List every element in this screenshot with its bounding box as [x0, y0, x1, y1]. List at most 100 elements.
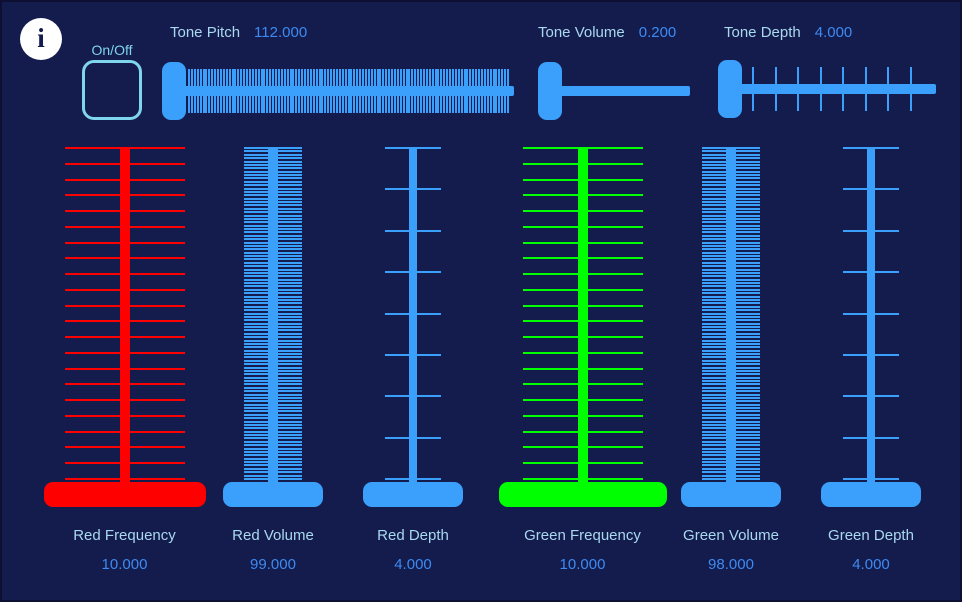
tick-mark [307, 69, 309, 86]
tick-mark [475, 69, 477, 86]
tick-mark [865, 67, 867, 84]
slider-handle-tone-volume[interactable] [538, 62, 562, 120]
slider-label-tone-depth: Tone Depth [724, 24, 801, 41]
slider-handle-green-depth[interactable] [821, 482, 921, 507]
tick-mark [484, 69, 486, 86]
tick-mark [472, 96, 474, 113]
slider-track-tone-volume[interactable] [556, 86, 690, 96]
tick-mark [420, 96, 422, 113]
tick-mark [298, 96, 300, 113]
tick-mark [411, 69, 413, 86]
slider-red-frequency[interactable]: Red Frequency 10.000 [22, 147, 227, 600]
tick-mark [345, 96, 347, 113]
slider-handle-red-depth[interactable] [363, 482, 463, 507]
tick-mark [226, 96, 228, 113]
tick-mark [403, 69, 405, 86]
tick-mark [382, 96, 384, 113]
tick-mark [197, 96, 199, 113]
tick-mark [342, 96, 344, 113]
tick-mark [461, 96, 463, 113]
tick-mark [330, 96, 332, 113]
tick-mark [426, 96, 428, 113]
slider-handle-red-frequency[interactable] [44, 482, 206, 507]
tick-mark [359, 69, 361, 86]
tick-mark [443, 96, 445, 113]
tick-mark [797, 67, 799, 84]
tick-mark [382, 69, 384, 86]
slider-label-green-volume: Green Volume [683, 527, 779, 544]
tick-mark [324, 69, 326, 86]
tick-mark [249, 96, 251, 113]
tick-mark [461, 69, 463, 86]
slider-handle-tone-depth[interactable] [718, 60, 742, 118]
tick-mark [478, 69, 480, 86]
slider-label-red-volume: Red Volume [232, 527, 314, 544]
slider-track-red-depth[interactable] [409, 147, 417, 488]
tick-mark [197, 69, 199, 86]
tick-mark [478, 96, 480, 113]
slider-handle-red-volume[interactable] [223, 482, 323, 507]
tick-mark [417, 69, 419, 86]
slider-value-tone-volume: 0.200 [638, 24, 677, 41]
slider-tone-volume[interactable] [538, 62, 690, 120]
tick-mark [403, 96, 405, 113]
tick-mark [414, 96, 416, 113]
tick-mark [205, 96, 207, 113]
slider-value-green-volume: 98.000 [708, 556, 754, 573]
slider-green-depth[interactable]: Green Depth 4.000 [815, 147, 927, 600]
tick-mark [752, 94, 754, 111]
slider-green-volume[interactable]: Green Volume 98.000 [675, 147, 787, 600]
slider-value-green-depth: 4.000 [852, 556, 890, 573]
tick-mark [252, 69, 254, 86]
tick-mark [345, 69, 347, 86]
tick-mark [388, 69, 390, 86]
slider-track-red-frequency[interactable] [120, 147, 130, 488]
tick-mark [249, 69, 251, 86]
tick-mark [316, 96, 318, 113]
slider-track-green-volume[interactable] [726, 147, 736, 488]
info-icon[interactable]: i [20, 18, 62, 60]
slider-handle-green-volume[interactable] [681, 482, 781, 507]
tick-mark [298, 69, 300, 86]
slider-track-red-volume[interactable] [268, 147, 278, 488]
slider-handle-tone-pitch[interactable] [162, 62, 186, 120]
tick-mark [452, 96, 454, 113]
tick-mark [385, 96, 387, 113]
tick-mark [336, 96, 338, 113]
slider-red-volume[interactable]: Red Volume 99.000 [217, 147, 329, 600]
tick-mark [400, 96, 402, 113]
tick-mark [255, 69, 257, 86]
tick-mark [223, 69, 225, 86]
tick-mark [411, 96, 413, 113]
slider-label-red-frequency: Red Frequency [73, 527, 176, 544]
slider-header-tone-pitch: Tone Pitch 112.000 [170, 24, 307, 42]
tick-mark [481, 69, 483, 86]
slider-tone-depth[interactable] [718, 60, 936, 118]
tick-mark [472, 69, 474, 86]
slider-track-green-depth[interactable] [867, 147, 875, 488]
onoff-label: On/Off [91, 42, 133, 58]
tick-mark [487, 69, 489, 86]
tick-mark [275, 96, 277, 113]
tick-mark [284, 96, 286, 113]
slider-track-green-frequency[interactable] [578, 147, 588, 488]
tick-mark [495, 96, 497, 113]
slider-tone-pitch[interactable] [162, 62, 514, 120]
tick-mark [501, 96, 503, 113]
tick-mark [281, 96, 283, 113]
tick-mark [820, 94, 822, 111]
tick-mark [266, 96, 268, 113]
tick-mark [391, 69, 393, 86]
slider-red-depth[interactable]: Red Depth 4.000 [357, 147, 469, 600]
tick-mark [321, 96, 323, 113]
tick-mark [292, 96, 294, 113]
slider-green-frequency[interactable]: Green Frequency 10.000 [480, 147, 685, 600]
slider-label-red-depth: Red Depth [377, 527, 449, 544]
tick-mark [316, 69, 318, 86]
tick-mark [887, 67, 889, 84]
slider-handle-green-frequency[interactable] [499, 482, 667, 507]
tick-mark [385, 69, 387, 86]
tick-mark [313, 69, 315, 86]
tick-mark [200, 69, 202, 86]
onoff-toggle-button[interactable] [82, 60, 142, 120]
